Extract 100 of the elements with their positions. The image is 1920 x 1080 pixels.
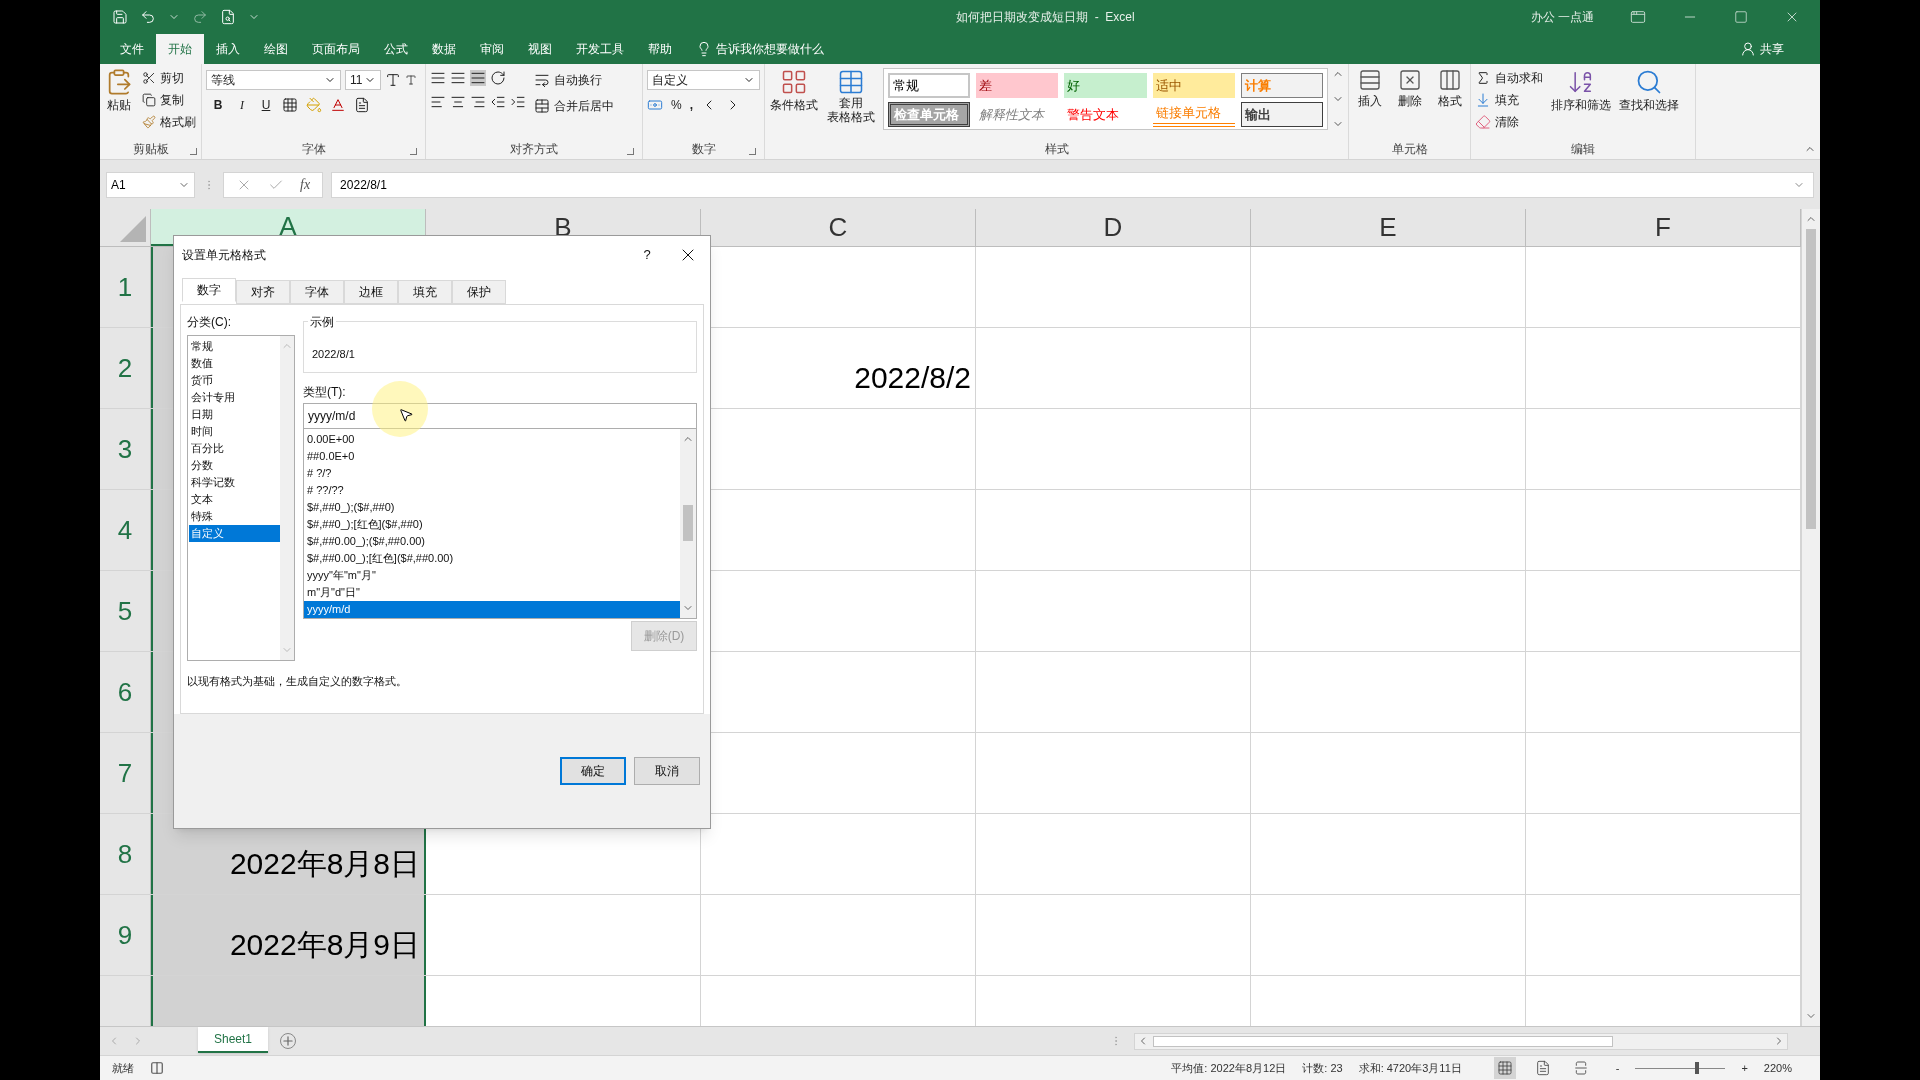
- italic-button[interactable]: I: [234, 96, 250, 114]
- normal-view-button[interactable]: [1493, 1057, 1516, 1079]
- ribbon-tab[interactable]: 文件: [108, 34, 156, 64]
- percent-button[interactable]: %: [671, 96, 682, 114]
- print-preview-icon[interactable]: [220, 9, 236, 25]
- format-item[interactable]: $#,##0_);($#,##0): [304, 499, 680, 516]
- ribbon-tab[interactable]: 审阅: [468, 34, 516, 64]
- maximize-icon[interactable]: [1734, 10, 1748, 24]
- format-item[interactable]: yyyy"年"m"月": [304, 567, 680, 584]
- comma-button[interactable]: ,: [689, 96, 693, 114]
- merge-center-button[interactable]: 合并后居中: [534, 96, 614, 116]
- save-icon[interactable]: [112, 9, 128, 25]
- format-item[interactable]: $#,##0.00_);[红色]($#,##0.00): [304, 550, 680, 567]
- cell-style-item[interactable]: 警告文本: [1064, 102, 1147, 127]
- zoom-out-button[interactable]: -: [1615, 1059, 1620, 1077]
- macro-record-icon[interactable]: [150, 1061, 164, 1075]
- tell-me-field[interactable]: 告诉我你想要做什么: [684, 34, 836, 64]
- increase-indent-icon[interactable]: [510, 94, 526, 110]
- zoom-slider-thumb[interactable]: [1694, 1061, 1699, 1074]
- share-button[interactable]: 共享: [1728, 34, 1796, 64]
- dialog-tab[interactable]: 填充: [398, 280, 452, 304]
- vertical-scrollbar[interactable]: [1801, 209, 1820, 1026]
- top-align-icon[interactable]: [430, 70, 446, 86]
- row-header[interactable]: 8: [100, 814, 151, 894]
- row-header[interactable]: 4: [100, 490, 151, 570]
- redo-icon[interactable]: [192, 9, 208, 25]
- row-header[interactable]: 7: [100, 733, 151, 813]
- row-header[interactable]: 6: [100, 652, 151, 732]
- dialog-launcher-icon[interactable]: [749, 148, 756, 155]
- insert-function-button[interactable]: fx: [300, 174, 311, 195]
- column-header[interactable]: D: [976, 209, 1251, 246]
- align-right-icon[interactable]: [470, 94, 486, 110]
- dialog-tab[interactable]: 数字: [182, 278, 236, 302]
- dialog-tab[interactable]: 对齐: [236, 280, 290, 304]
- row-header[interactable]: 2: [100, 328, 151, 408]
- column-header[interactable]: E: [1251, 209, 1526, 246]
- paste-button[interactable]: 粘贴: [104, 68, 134, 139]
- cut-button[interactable]: 剪切: [142, 68, 196, 88]
- category-item[interactable]: 会计专用: [189, 389, 280, 406]
- category-item[interactable]: 常规: [189, 338, 280, 355]
- category-item[interactable]: 时间: [189, 423, 280, 440]
- cell-style-item[interactable]: 适中: [1152, 73, 1235, 98]
- decrease-font-icon[interactable]: [405, 74, 417, 86]
- cell-style-item[interactable]: 解释性文本: [976, 102, 1059, 127]
- format-list[interactable]: 0.00E+00 ##0.0E+0 # ?/? # ??/?? $#,##0_);($#,##0) $#,##0_);[红色]($#,##0) $#,##0.00_);($#,##0.00) $#,##0.00_);[红色]($#,##0.00) yyyy"年"m"月" m"月"d"日" yyyy/m/d: [303, 429, 697, 619]
- horizontal-scrollbar[interactable]: [1134, 1032, 1788, 1050]
- dialog-launcher-icon[interactable]: [190, 148, 197, 155]
- name-box[interactable]: A1: [106, 171, 195, 198]
- formula-field[interactable]: 2022/8/1: [331, 171, 1814, 198]
- format-item[interactable]: # ?/?: [304, 465, 680, 482]
- format-item[interactable]: 0.00E+00: [304, 431, 680, 448]
- category-item[interactable]: 自定义: [189, 525, 280, 542]
- count-summary[interactable]: 计数: 23: [1302, 1059, 1343, 1077]
- average-summary[interactable]: 平均值: 2022年8月12日: [1171, 1059, 1287, 1077]
- type-field[interactable]: yyyy/m/d: [303, 403, 697, 429]
- category-list[interactable]: 常规 数值 货币 会计专用 日期 时间 百分比 分数 科学记数 文本 特殊 自定义: [187, 335, 295, 661]
- delete-cells-button[interactable]: 删除: [1393, 68, 1426, 139]
- sum-summary[interactable]: 求和: 4720年3月11日: [1358, 1059, 1462, 1077]
- category-item[interactable]: 文本: [189, 491, 280, 508]
- ribbon-tab[interactable]: 插入: [204, 34, 252, 64]
- category-item[interactable]: 数值: [189, 355, 280, 372]
- dialog-tab[interactable]: 字体: [290, 280, 344, 304]
- align-center-icon[interactable]: [450, 94, 466, 110]
- ribbon-tab[interactable]: 公式: [372, 34, 420, 64]
- ribbon-tab[interactable]: 绘图: [252, 34, 300, 64]
- phonetic-icon[interactable]: [354, 97, 370, 113]
- dialog-launcher-icon[interactable]: [627, 148, 634, 155]
- scrollbar-thumb[interactable]: [1153, 1035, 1613, 1047]
- cancel-button[interactable]: 取消: [634, 757, 700, 785]
- row-header[interactable]: 1: [100, 247, 151, 327]
- font-size-dropdown[interactable]: 11: [345, 70, 381, 90]
- increase-font-icon[interactable]: [385, 72, 401, 88]
- category-item[interactable]: 百分比: [189, 440, 280, 457]
- category-item[interactable]: 分数: [189, 457, 280, 474]
- decrease-indent-icon[interactable]: [490, 94, 506, 110]
- insert-cells-button[interactable]: 插入: [1353, 68, 1386, 139]
- sort-filter-button[interactable]: 排序和筛选: [1551, 68, 1611, 139]
- fill-color-icon[interactable]: [306, 97, 322, 113]
- ribbon-tab[interactable]: 开始: [156, 34, 204, 64]
- page-break-view-icon[interactable]: [1572, 1060, 1589, 1076]
- format-item[interactable]: $#,##0_);[红色]($#,##0): [304, 516, 680, 533]
- format-scrollbar[interactable]: [680, 429, 696, 618]
- category-item[interactable]: 科学记数: [189, 474, 280, 491]
- dialog-tab[interactable]: 边框: [344, 280, 398, 304]
- find-select-button[interactable]: 查找和选择: [1619, 68, 1679, 139]
- grid-cell[interactable]: 2022年8月9日: [151, 895, 426, 975]
- middle-align-icon[interactable]: [450, 70, 466, 86]
- page-layout-view-icon[interactable]: [1534, 1060, 1551, 1076]
- wrap-text-button[interactable]: 自动换行: [534, 70, 614, 90]
- ribbon-tab[interactable]: 页面布局: [300, 34, 372, 64]
- font-name-dropdown[interactable]: 等线: [206, 70, 341, 90]
- undo-icon[interactable]: [140, 9, 156, 25]
- help-button[interactable]: ?: [632, 245, 662, 265]
- ok-button[interactable]: 确定: [560, 757, 626, 785]
- format-item[interactable]: yyyy/m/d: [304, 601, 680, 618]
- orientation-icon[interactable]: [490, 70, 506, 86]
- sheet-tab[interactable]: Sheet1: [198, 1026, 269, 1053]
- scrollbar-thumb[interactable]: [1806, 229, 1816, 529]
- format-item[interactable]: $#,##0.00_);($#,##0.00): [304, 533, 680, 550]
- format-item[interactable]: m"月"d"日": [304, 584, 680, 601]
